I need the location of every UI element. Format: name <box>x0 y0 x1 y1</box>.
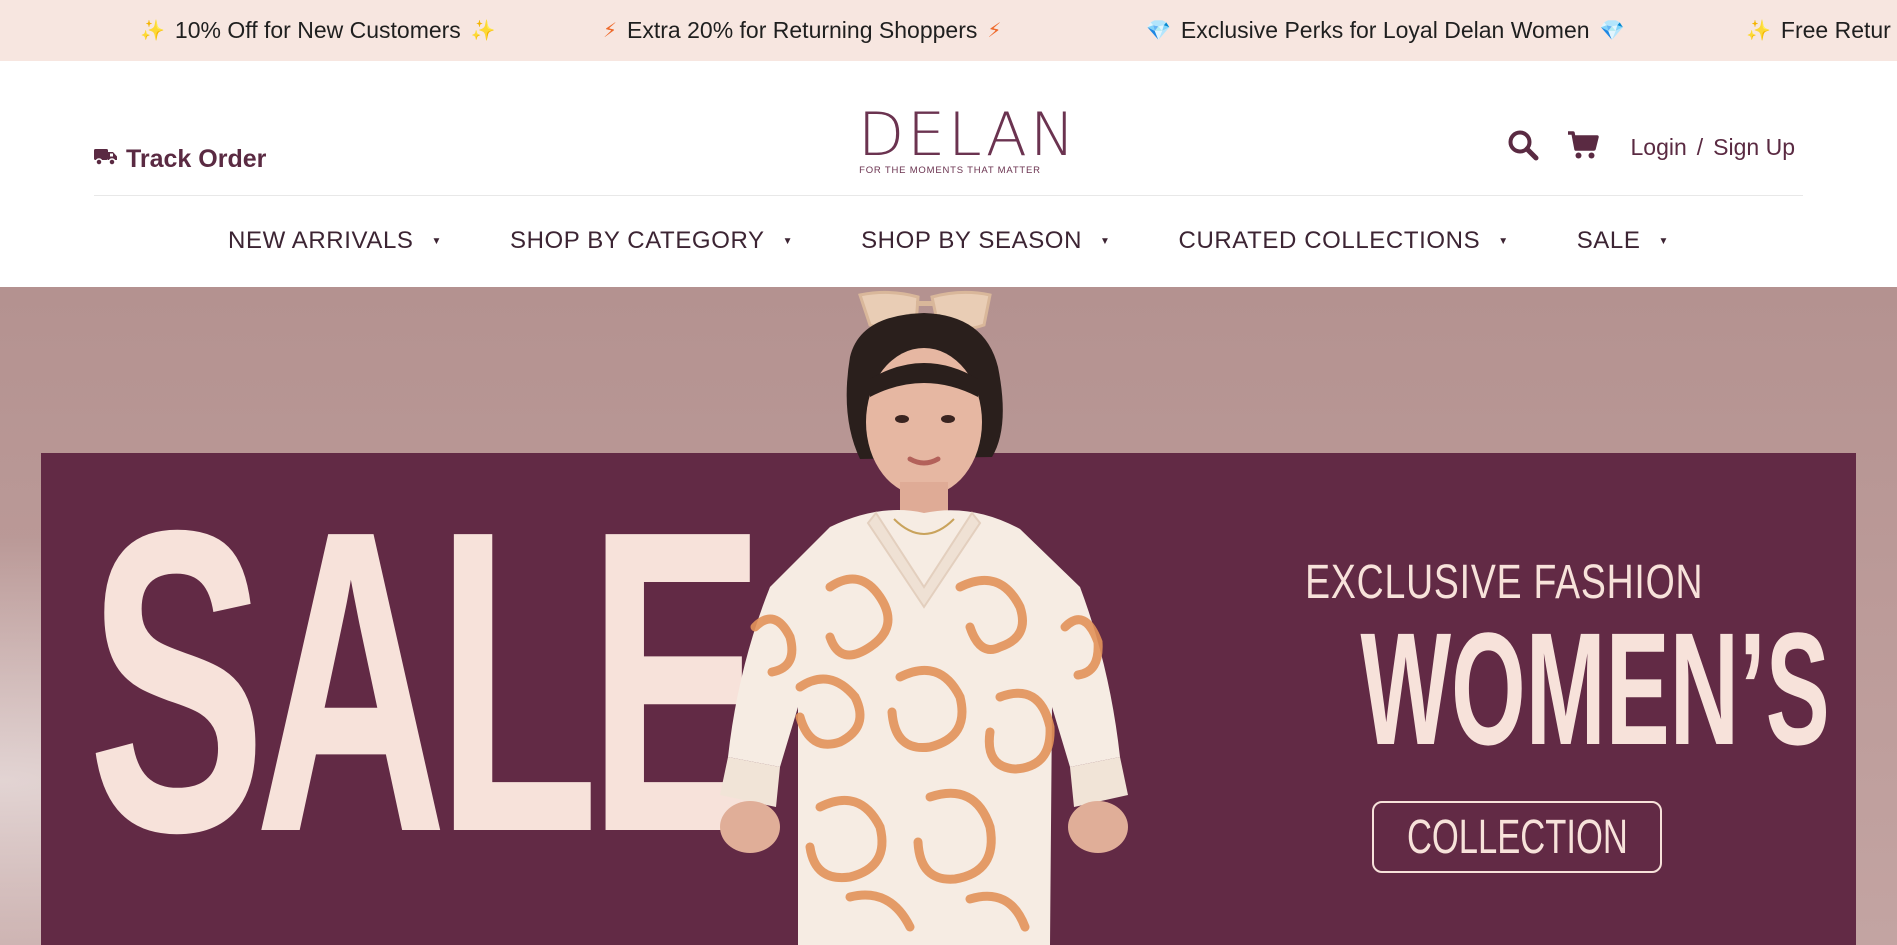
nav-label: SALE <box>1576 227 1641 254</box>
nav-item-shop-by-category[interactable]: SHOP BY CATEGORY ▼ <box>510 227 793 255</box>
caret-down-icon: ▼ <box>431 235 442 247</box>
sparkle-icon: ✨ <box>1746 20 1771 42</box>
search-button[interactable] <box>1503 127 1543 167</box>
hero-title: WOMEN’S <box>1360 599 1830 778</box>
promo-text: Extra 20% for Returning Shoppers <box>627 17 978 43</box>
promo-item-loyal-perks: 💎 Exclusive Perks for Loyal Delan Women … <box>1136 0 1634 61</box>
auth-links: Login / Sign Up <box>1631 134 1796 161</box>
track-order-link[interactable]: Track Order <box>94 145 266 174</box>
logo-wordmark: DELAN <box>858 100 1078 170</box>
site-header: Track Order DELAN FOR THE MOMENTS THAT M… <box>0 61 1897 287</box>
nav-item-shop-by-season[interactable]: SHOP BY SEASON ▼ <box>861 227 1110 255</box>
gem-icon: 💎 <box>1146 20 1171 42</box>
cart-button[interactable] <box>1563 127 1603 167</box>
header-actions: Login / Sign Up <box>1503 127 1796 167</box>
cart-icon <box>1567 130 1599 165</box>
caret-down-icon: ▼ <box>1100 235 1111 247</box>
signup-link[interactable]: Sign Up <box>1713 134 1795 161</box>
gem-icon: 💎 <box>1599 20 1625 42</box>
caret-down-icon: ▼ <box>1658 235 1669 247</box>
track-order-label: Track Order <box>126 145 267 173</box>
nav-label: CURATED COLLECTIONS <box>1178 227 1481 254</box>
truck-icon <box>94 148 118 171</box>
search-icon <box>1507 129 1539 166</box>
announcement-track: ✨ 10% Off for New Customers ✨ ⚡ Extra 20… <box>0 0 1897 61</box>
collection-button-label: COLLECTION <box>1406 810 1628 864</box>
promo-text: 10% Off for New Customers <box>174 17 461 43</box>
brand-logo[interactable]: DELAN FOR THE MOMENTS THAT MATTER <box>858 100 1078 177</box>
auth-separator: / <box>1696 133 1704 160</box>
hero-banner[interactable]: SALE EXCLUSIVE FASHION WOMEN’S COLLECTIO… <box>0 287 1897 945</box>
announcement-bar: ✨ 10% Off for New Customers ✨ ⚡ Extra 20… <box>0 0 1897 61</box>
bolt-icon: ⚡ <box>603 20 618 42</box>
nav-label: SHOP BY CATEGORY <box>510 227 765 254</box>
hero-model-image <box>720 290 1128 945</box>
promo-text: Exclusive Perks for Loyal Delan Women <box>1180 17 1590 43</box>
sparkle-icon: ✨ <box>470 20 496 42</box>
hero-sale-text: SALE <box>88 442 766 922</box>
promo-item-free-returns: ✨ Free Retur <box>1736 0 1891 61</box>
promo-item-returning-shoppers: ⚡ Extra 20% for Returning Shoppers ⚡ <box>593 0 1011 61</box>
caret-down-icon: ▼ <box>782 235 794 247</box>
main-nav: NEW ARRIVALS ▼ SHOP BY CATEGORY ▼ SHOP B… <box>0 196 1897 286</box>
promo-item-new-customers: ✨ 10% Off for New Customers ✨ <box>130 0 506 61</box>
logo-tagline: FOR THE MOMENTS THAT MATTER <box>859 165 1041 176</box>
nav-item-curated-collections[interactable]: CURATED COLLECTIONS ▼ <box>1179 227 1509 255</box>
login-link[interactable]: Login <box>1631 134 1687 161</box>
nav-label: SHOP BY SEASON <box>861 227 1083 254</box>
collection-button[interactable]: COLLECTION <box>1372 801 1662 873</box>
promo-text: Free Retur <box>1780 17 1891 43</box>
hero-copy: EXCLUSIVE FASHION WOMEN’S <box>1204 555 1830 769</box>
nav-item-new-arrivals[interactable]: NEW ARRIVALS ▼ <box>228 227 442 255</box>
caret-down-icon: ▼ <box>1498 235 1509 247</box>
nav-label: NEW ARRIVALS <box>228 227 414 254</box>
nav-item-sale[interactable]: SALE ▼ <box>1577 227 1669 255</box>
bolt-icon: ⚡ <box>987 20 1002 42</box>
sparkle-icon: ✨ <box>140 20 165 42</box>
